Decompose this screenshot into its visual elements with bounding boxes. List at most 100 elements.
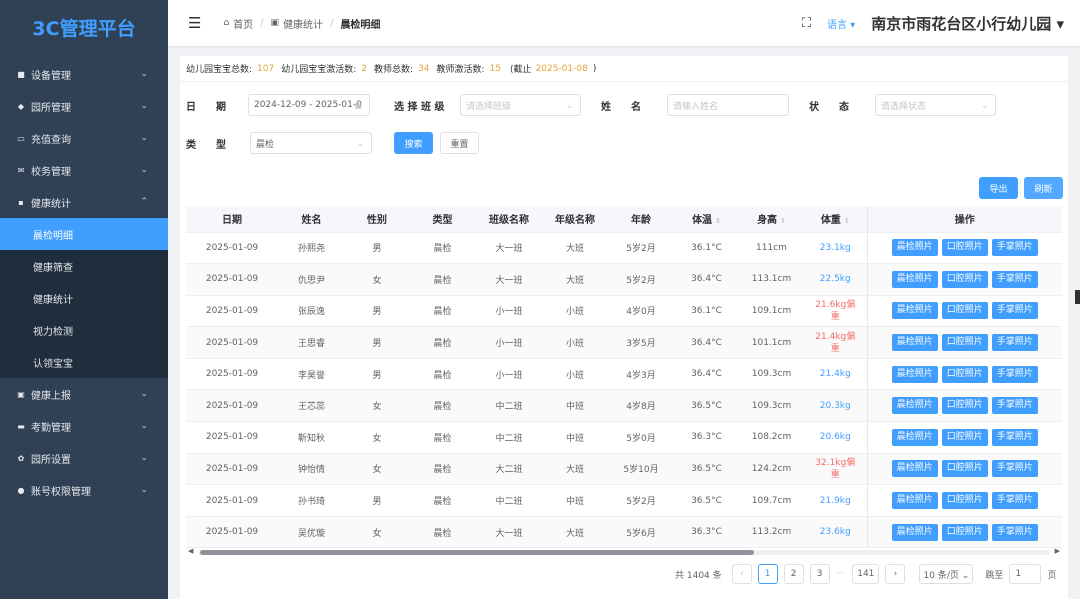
column-header[interactable]: 身高 ⇕ — [739, 206, 804, 233]
edge-tab[interactable] — [1075, 290, 1080, 304]
deadline-open: (截止 — [510, 65, 532, 75]
breadcrumb-home[interactable]: 首页 — [233, 16, 253, 31]
oral-photo-button[interactable]: 口腔照片 — [941, 397, 988, 415]
fullscreen-icon[interactable]: ⛶ — [802, 16, 811, 31]
page-number-button[interactable]: 3 — [809, 564, 830, 584]
page-number-button[interactable]: 2 — [783, 564, 804, 584]
menu-health-stats[interactable]: ▪ 健康统计 ⌃ — [0, 186, 168, 218]
language-dropdown[interactable]: 语言 ▾ — [827, 16, 855, 31]
palm-photo-button[interactable]: 手掌照片 — [991, 239, 1038, 257]
cell-temp: 36.5°C — [674, 484, 739, 517]
column-header[interactable]: 体温 ⇕ — [674, 206, 739, 233]
palm-photo-button[interactable]: 手掌照片 — [991, 365, 1038, 383]
palm-photo-button[interactable]: 手掌照片 — [991, 428, 1038, 446]
menu-top-1[interactable]: ◆ 园所管理 ⌄ — [0, 90, 168, 122]
cell-height: 111cm — [739, 232, 804, 265]
sort-icon[interactable]: ⇕ — [780, 217, 786, 225]
oral-photo-button[interactable]: 口腔照片 — [941, 334, 988, 352]
morning-photo-button[interactable]: 晨检照片 — [891, 460, 938, 478]
morning-photo-button[interactable]: 晨检照片 — [891, 397, 938, 415]
chevron-down-icon: ⌄ — [140, 485, 148, 495]
morning-photo-button[interactable]: 晨检照片 — [891, 428, 938, 446]
submenu-item-0[interactable]: 晨检明细 — [0, 218, 168, 250]
date-range-picker[interactable]: 2024-12-09 - 2025-01-0 ▦ — [248, 94, 370, 116]
sort-icon[interactable]: ⇕ — [844, 217, 850, 225]
school-dropdown[interactable]: 南京市雨花台区小行幼儿园 ▾ — [871, 13, 1064, 34]
name-input[interactable]: 请输入姓名 — [667, 94, 789, 116]
status-select[interactable]: 请选择状态 ⌄ — [875, 94, 996, 116]
prev-page-button[interactable]: ‹ — [731, 564, 752, 584]
page-size-select[interactable]: 10 条/页 ⌄ — [919, 564, 974, 584]
morning-photo-button[interactable]: 晨检照片 — [891, 270, 938, 288]
oral-photo-button[interactable]: 口腔照片 — [941, 239, 988, 257]
cell-type: 晨检 — [409, 484, 476, 517]
breadcrumb-separator: / — [260, 17, 264, 29]
menu-label: 设备管理 — [31, 70, 71, 82]
palm-photo-button[interactable]: 手掌照片 — [991, 302, 1038, 320]
sort-icon[interactable]: ⇕ — [715, 217, 721, 225]
device-icon: ■ — [17, 69, 25, 79]
page-number-button[interactable]: 1 — [757, 564, 778, 584]
menu-bottom-0[interactable]: ▣ 健康上报 ⌄ — [0, 378, 168, 410]
scroll-thumb[interactable] — [200, 550, 754, 555]
search-button[interactable]: 搜索 — [394, 132, 433, 154]
scroll-right-icon[interactable]: ▶ — [1055, 547, 1060, 555]
menu-top-0[interactable]: ■ 设备管理 ⌄ — [0, 58, 168, 90]
oral-photo-button[interactable]: 口腔照片 — [941, 428, 988, 446]
cell-height: 109.3cm — [739, 358, 804, 391]
chevron-down-icon: ⌄ — [140, 389, 148, 399]
menu-bottom-1[interactable]: ▬ 考勤管理 ⌄ — [0, 410, 168, 442]
hamburger-icon[interactable]: ☰ — [188, 14, 201, 32]
export-button[interactable]: 导出 — [979, 177, 1018, 199]
submenu-item-4[interactable]: 认领宝宝 — [0, 346, 168, 378]
deadline-close: ) — [592, 63, 597, 74]
palm-photo-button[interactable]: 手掌照片 — [991, 334, 1038, 352]
morning-photo-button[interactable]: 晨检照片 — [891, 523, 938, 541]
page-last[interactable]: 141 — [852, 564, 880, 584]
refresh-button[interactable]: 刷新 — [1024, 177, 1063, 199]
oral-photo-button[interactable]: 口腔照片 — [941, 302, 988, 320]
palm-photo-button[interactable]: 手掌照片 — [991, 460, 1038, 478]
palm-photo-button[interactable]: 手掌照片 — [991, 270, 1038, 288]
breadcrumb: ⌂ 首页 / ▣ 健康统计 / 晨检明细 — [223, 16, 380, 31]
breadcrumb-health[interactable]: 健康统计 — [283, 16, 323, 31]
morning-photo-button[interactable]: 晨检照片 — [891, 239, 938, 257]
cell-type: 晨检 — [409, 263, 476, 296]
oral-photo-button[interactable]: 口腔照片 — [941, 460, 988, 478]
class-select[interactable]: 请选择班级 ⌄ — [460, 94, 581, 116]
cell-name: 靳知秋 — [278, 421, 345, 454]
morning-photo-button[interactable]: 晨检照片 — [891, 334, 938, 352]
menu-bottom-2[interactable]: ✿ 园所设置 ⌄ — [0, 442, 168, 474]
oral-photo-button[interactable]: 口腔照片 — [941, 270, 988, 288]
table-row: 2025-01-09 李昊誉男晨检 小一班 小班 4岁3月 36.4°C 109.3cm 21… — [186, 358, 1062, 391]
menu-bottom-3[interactable]: ● 账号权限管理 ⌄ — [0, 474, 168, 506]
morning-photo-button[interactable]: 晨检照片 — [891, 365, 938, 383]
palm-photo-button[interactable]: 手掌照片 — [991, 397, 1038, 415]
morning-photo-button[interactable]: 晨检照片 — [891, 302, 938, 320]
horizontal-scrollbar[interactable]: ◀ ▶ — [186, 547, 1062, 556]
pagination: 共 1404 条 ‹ 123 ··· 141 › 10 条/页 ⌄ 跳至 1 页 — [675, 564, 1056, 584]
palm-photo-button[interactable]: 手掌照片 — [991, 523, 1038, 541]
palm-photo-button[interactable]: 手掌照片 — [991, 492, 1038, 510]
submenu-item-2[interactable]: 健康统计 — [0, 282, 168, 314]
next-page-button[interactable]: › — [885, 564, 906, 584]
cell-actions: 晨检照片 口腔照片 手掌照片 — [866, 358, 1062, 391]
cell-class: 小一班 — [476, 295, 542, 328]
goto-input[interactable]: 1 — [1009, 564, 1042, 584]
scroll-left-icon[interactable]: ◀ — [188, 547, 193, 555]
attendance-icon: ▬ — [17, 421, 25, 431]
oral-photo-button[interactable]: 口腔照片 — [941, 523, 988, 541]
column-header[interactable]: 体重 ⇕ — [804, 206, 867, 233]
pagination-ellipsis[interactable]: ··· — [836, 569, 845, 579]
cell-gender: 男 — [345, 484, 409, 517]
submenu-item-1[interactable]: 健康筛查 — [0, 250, 168, 282]
oral-photo-button[interactable]: 口腔照片 — [941, 365, 988, 383]
oral-photo-button[interactable]: 口腔照片 — [941, 492, 988, 510]
type-select[interactable]: 晨检 ⌄ — [250, 132, 372, 154]
menu-top-2[interactable]: ▭ 充值查询 ⌄ — [0, 122, 168, 154]
reset-button[interactable]: 重置 — [440, 132, 479, 154]
menu-top-3[interactable]: ✉ 校务管理 ⌄ — [0, 154, 168, 186]
submenu-item-3[interactable]: 视力检测 — [0, 314, 168, 346]
cell-name: 仇思尹 — [278, 263, 345, 296]
morning-photo-button[interactable]: 晨检照片 — [891, 492, 938, 510]
